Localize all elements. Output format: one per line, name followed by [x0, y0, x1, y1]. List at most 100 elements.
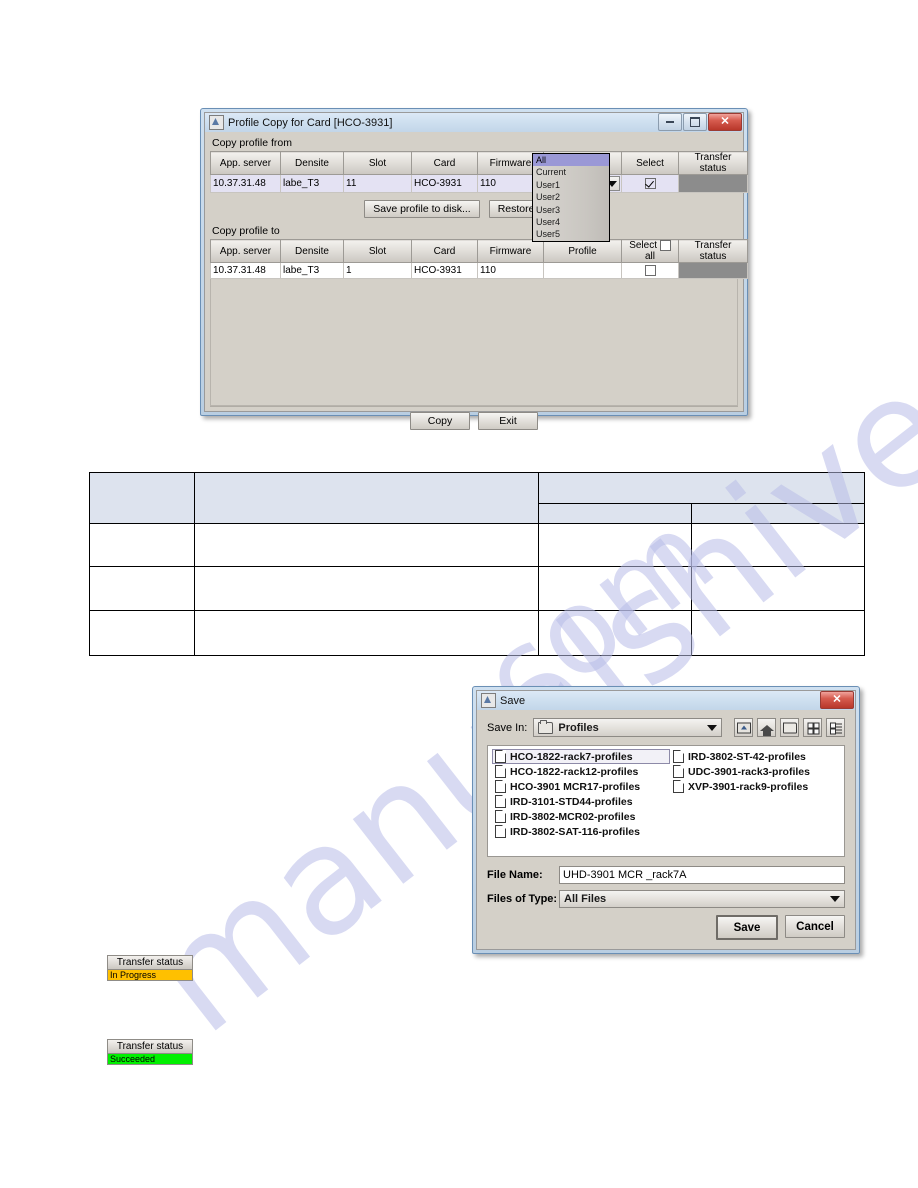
save-in-dropdown[interactable]: Profiles [533, 718, 722, 737]
profile-copy-dialog[interactable]: Profile Copy for Card [HCO-3931] ✕ Copy … [200, 108, 748, 431]
close-button[interactable]: ✕ [708, 113, 742, 131]
file-icon [673, 750, 684, 763]
dropdown-option-current[interactable]: Current [533, 166, 609, 178]
save-dialog-body: Save In: Profiles HCO-1822-rack7-profile… [477, 710, 855, 949]
details-view-icon[interactable] [826, 718, 845, 737]
cancel-button[interactable]: Cancel [785, 915, 845, 938]
col2-profile[interactable]: Profile [543, 238, 622, 264]
copy-from-header-row: App. server Densite Slot Card Firmware P… [210, 151, 748, 175]
col-slot[interactable]: Slot [343, 151, 412, 175]
cell2-select-checkbox[interactable] [621, 262, 679, 280]
new-folder-icon[interactable] [780, 718, 799, 737]
maximize-button[interactable] [683, 113, 707, 131]
document-table [89, 472, 865, 656]
col2-slot[interactable]: Slot [343, 238, 412, 264]
file-icon [673, 765, 684, 778]
col2-app-server[interactable]: App. server [210, 238, 281, 264]
files-of-type-value: All Files [564, 893, 607, 905]
dropdown-option-user1[interactable]: User1 [533, 179, 609, 191]
save-dialog[interactable]: Save ✕ Save In: Profiles HCO-1822-rack7-… [472, 686, 860, 954]
save-in-label: Save In: [487, 721, 528, 734]
col2-select-all[interactable]: Select all [621, 238, 679, 264]
dropdown-option-user2[interactable]: User2 [533, 191, 609, 203]
list-item[interactable]: IRD-3101-STD44-profiles [492, 794, 670, 809]
col2-card[interactable]: Card [411, 238, 478, 264]
list-view-icon[interactable] [803, 718, 822, 737]
col-select[interactable]: Select [621, 151, 679, 175]
file-name-input[interactable]: UHD-3901 MCR _rack7A [559, 866, 845, 884]
select-all-label: Select [629, 240, 657, 252]
minimize-button[interactable] [658, 113, 682, 131]
table-row [89, 610, 865, 656]
files-of-type-dropdown[interactable]: All Files [559, 890, 845, 908]
status-badge-in-progress: Transfer status In Progress [107, 955, 193, 981]
list-item[interactable]: IRD-3802-MCR02-profiles [492, 809, 670, 824]
col2-firmware[interactable]: Firmware [477, 238, 544, 264]
cell-select-checkbox[interactable] [621, 174, 679, 193]
list-item[interactable]: IRD-3802-SAT-116-profiles [492, 824, 670, 839]
doc-cell-r3c4 [691, 610, 865, 656]
save-dialog-titlebar[interactable]: Save ✕ [477, 691, 855, 710]
file-icon [495, 750, 506, 763]
doc-subheader-cell-1 [538, 503, 692, 524]
row-select-checkbox[interactable] [644, 265, 656, 277]
list-item[interactable]: HCO-1822-rack12-profiles [492, 764, 670, 779]
col-app-server[interactable]: App. server [210, 151, 281, 175]
file-icon [495, 825, 506, 838]
chevron-down-icon [707, 724, 717, 731]
list-item[interactable]: HCO-1822-rack7-profiles [492, 749, 670, 764]
dropdown-option-user3[interactable]: User3 [533, 204, 609, 216]
dropdown-option-user4[interactable]: User4 [533, 216, 609, 228]
window-controls: ✕ [658, 113, 742, 131]
cell2-transfer-status [678, 262, 748, 280]
home-icon[interactable] [757, 718, 776, 737]
file-name: HCO-3901 MCR17-profiles [510, 780, 641, 793]
cell-slot: 11 [343, 174, 412, 193]
cell-transfer-status [678, 174, 748, 193]
file-browser-toolbar [734, 718, 845, 737]
cell2-firmware: 110 [477, 262, 544, 280]
file-name-row: File Name: UHD-3901 MCR _rack7A [487, 866, 845, 884]
document-page: manualshive. com Profile Copy for Card [… [0, 0, 918, 1188]
file-list[interactable]: HCO-1822-rack7-profiles HCO-1822-rack12-p… [487, 745, 845, 857]
file-name-label: File Name: [487, 869, 543, 881]
doc-cell-r1c3 [538, 523, 692, 567]
save-button[interactable]: Save [716, 915, 778, 940]
copy-from-table: App. server Densite Slot Card Firmware P… [210, 151, 748, 193]
col-transfer-status[interactable]: Transfer status [678, 151, 748, 175]
list-item[interactable]: XVP-3901-rack9-profiles [670, 779, 844, 794]
chevron-down-icon [830, 896, 840, 902]
copy-to-table: App. server Densite Slot Card Firmware P… [210, 238, 748, 280]
cell2-app-server: 10.37.31.48 [210, 262, 281, 280]
file-name: XVP-3901-rack9-profiles [688, 780, 809, 793]
save-profile-to-disk-button[interactable]: Save profile to disk... [364, 200, 480, 218]
col-densite[interactable]: Densite [280, 151, 344, 175]
select-all-checkbox[interactable] [659, 240, 671, 251]
list-item[interactable]: HCO-3901 MCR17-profiles [492, 779, 670, 794]
doc-cell-r3c2 [194, 610, 539, 656]
profile-dropdown-popup[interactable]: All Current User1 User2 User3 User4 User5 [532, 153, 610, 242]
up-one-level-icon[interactable] [734, 718, 753, 737]
select-checkbox[interactable] [644, 177, 656, 189]
table-row[interactable]: 10.37.31.48 labe_T3 1 HCO-3931 110 [210, 262, 748, 280]
profile-copy-titlebar[interactable]: Profile Copy for Card [HCO-3931] ✕ [205, 113, 743, 132]
file-icon [495, 795, 506, 808]
copy-from-label: Copy profile from [210, 136, 738, 151]
table-row[interactable]: 10.37.31.48 labe_T3 11 HCO-3931 110 All [210, 174, 748, 193]
col2-transfer-status[interactable]: Transfer status [678, 238, 748, 264]
save-close-button[interactable]: ✕ [820, 691, 854, 709]
copy-to-label: Copy profile to [210, 224, 738, 239]
dropdown-option-user5[interactable]: User5 [533, 228, 609, 240]
col-card[interactable]: Card [411, 151, 478, 175]
col2-densite[interactable]: Densite [280, 238, 344, 264]
cell2-profile[interactable] [543, 262, 622, 280]
list-item[interactable]: IRD-3802-ST-42-profiles [670, 749, 844, 764]
exit-button[interactable]: Exit [478, 412, 538, 431]
cell-app-server: 10.37.31.48 [210, 174, 281, 193]
save-fields: File Name: UHD-3901 MCR _rack7A Files of… [487, 866, 845, 908]
profile-copy-dialog-inner: Profile Copy for Card [HCO-3931] ✕ Copy … [204, 112, 748, 431]
cell2-card: HCO-3931 [411, 262, 478, 280]
copy-button[interactable]: Copy [410, 412, 470, 431]
dropdown-option-all[interactable]: All [533, 154, 609, 167]
list-item[interactable]: UDC-3901-rack3-profiles [670, 764, 844, 779]
